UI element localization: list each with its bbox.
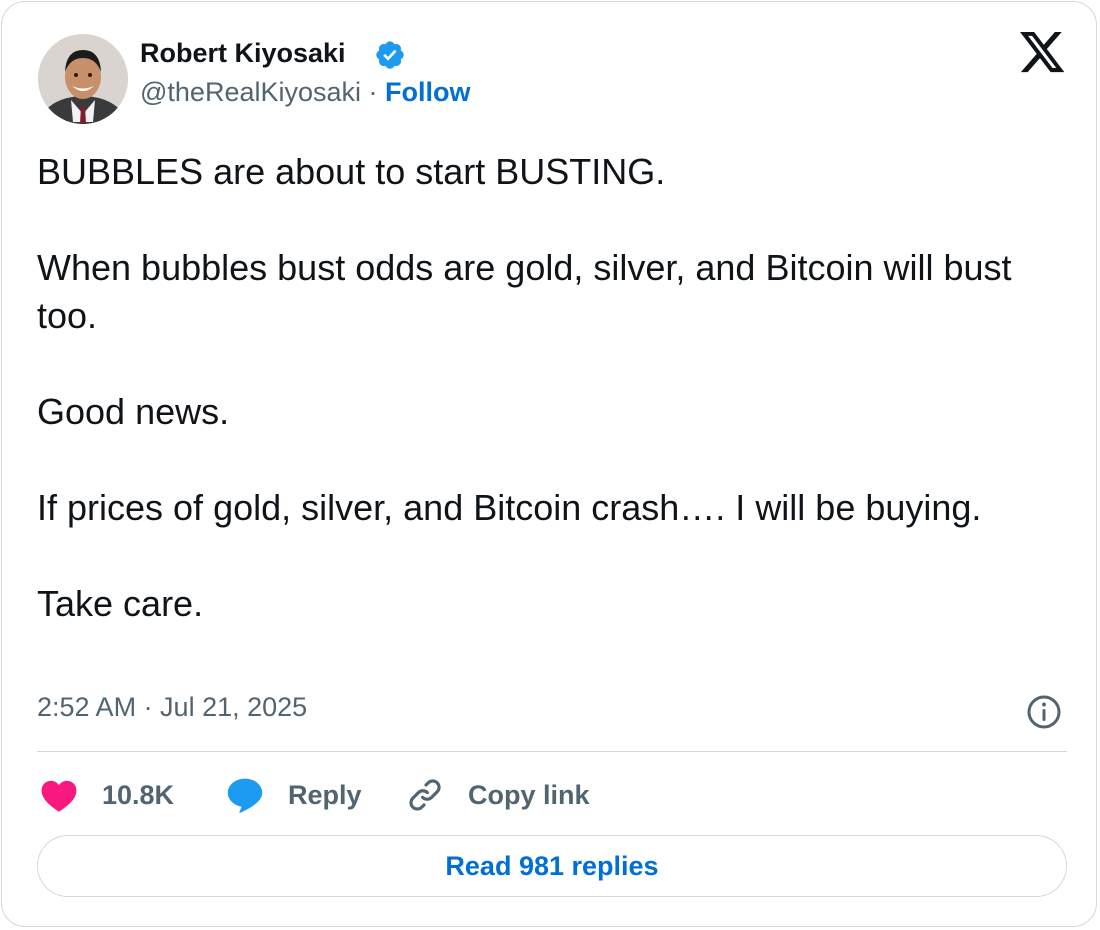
heart-icon [41,780,77,812]
tweet-line: Take care. [37,583,204,624]
like-count: 10.8K [102,779,175,810]
copy-link-button[interactable]: Copy link [406,772,590,818]
like-button[interactable]: 10.8K [40,772,174,818]
author-name[interactable]: Robert Kiyosaki [140,38,346,69]
copy-link-label: Copy link [468,779,590,810]
reply-label: Reply [288,779,362,810]
reply-bubble-icon [227,778,263,813]
tweet-line: If prices of gold, silver, and Bitcoin c… [37,487,982,528]
read-replies-button[interactable]: Read 981 replies [37,835,1067,897]
handle-separator: · [368,77,378,107]
avatar-photo [38,34,128,124]
tweet-timestamp[interactable]: 2:52 AM · Jul 21, 2025 [37,692,307,723]
tweet-line: Good news. [37,391,230,432]
x-logo-icon[interactable] [1020,32,1066,74]
reply-button[interactable]: Reply [226,772,362,818]
tweet-text: BUBBLES are about to start BUSTING. When… [37,148,1067,628]
author-handle-row: @theRealKiyosaki · Follow [140,77,471,108]
follow-link[interactable]: Follow [385,77,470,107]
divider [37,751,1067,752]
author-avatar[interactable] [38,34,128,124]
link-icon [409,779,441,811]
tweet-card: Robert Kiyosaki @theRealKiyosaki · Follo… [1,1,1097,927]
tweet-line: When bubbles bust odds are gold, silver,… [37,247,1012,336]
verified-badge-icon [376,41,404,69]
author-handle[interactable]: @theRealKiyosaki [140,77,361,107]
info-icon[interactable] [1026,694,1062,730]
tweet-line: BUBBLES are about to start BUSTING. [37,151,666,192]
